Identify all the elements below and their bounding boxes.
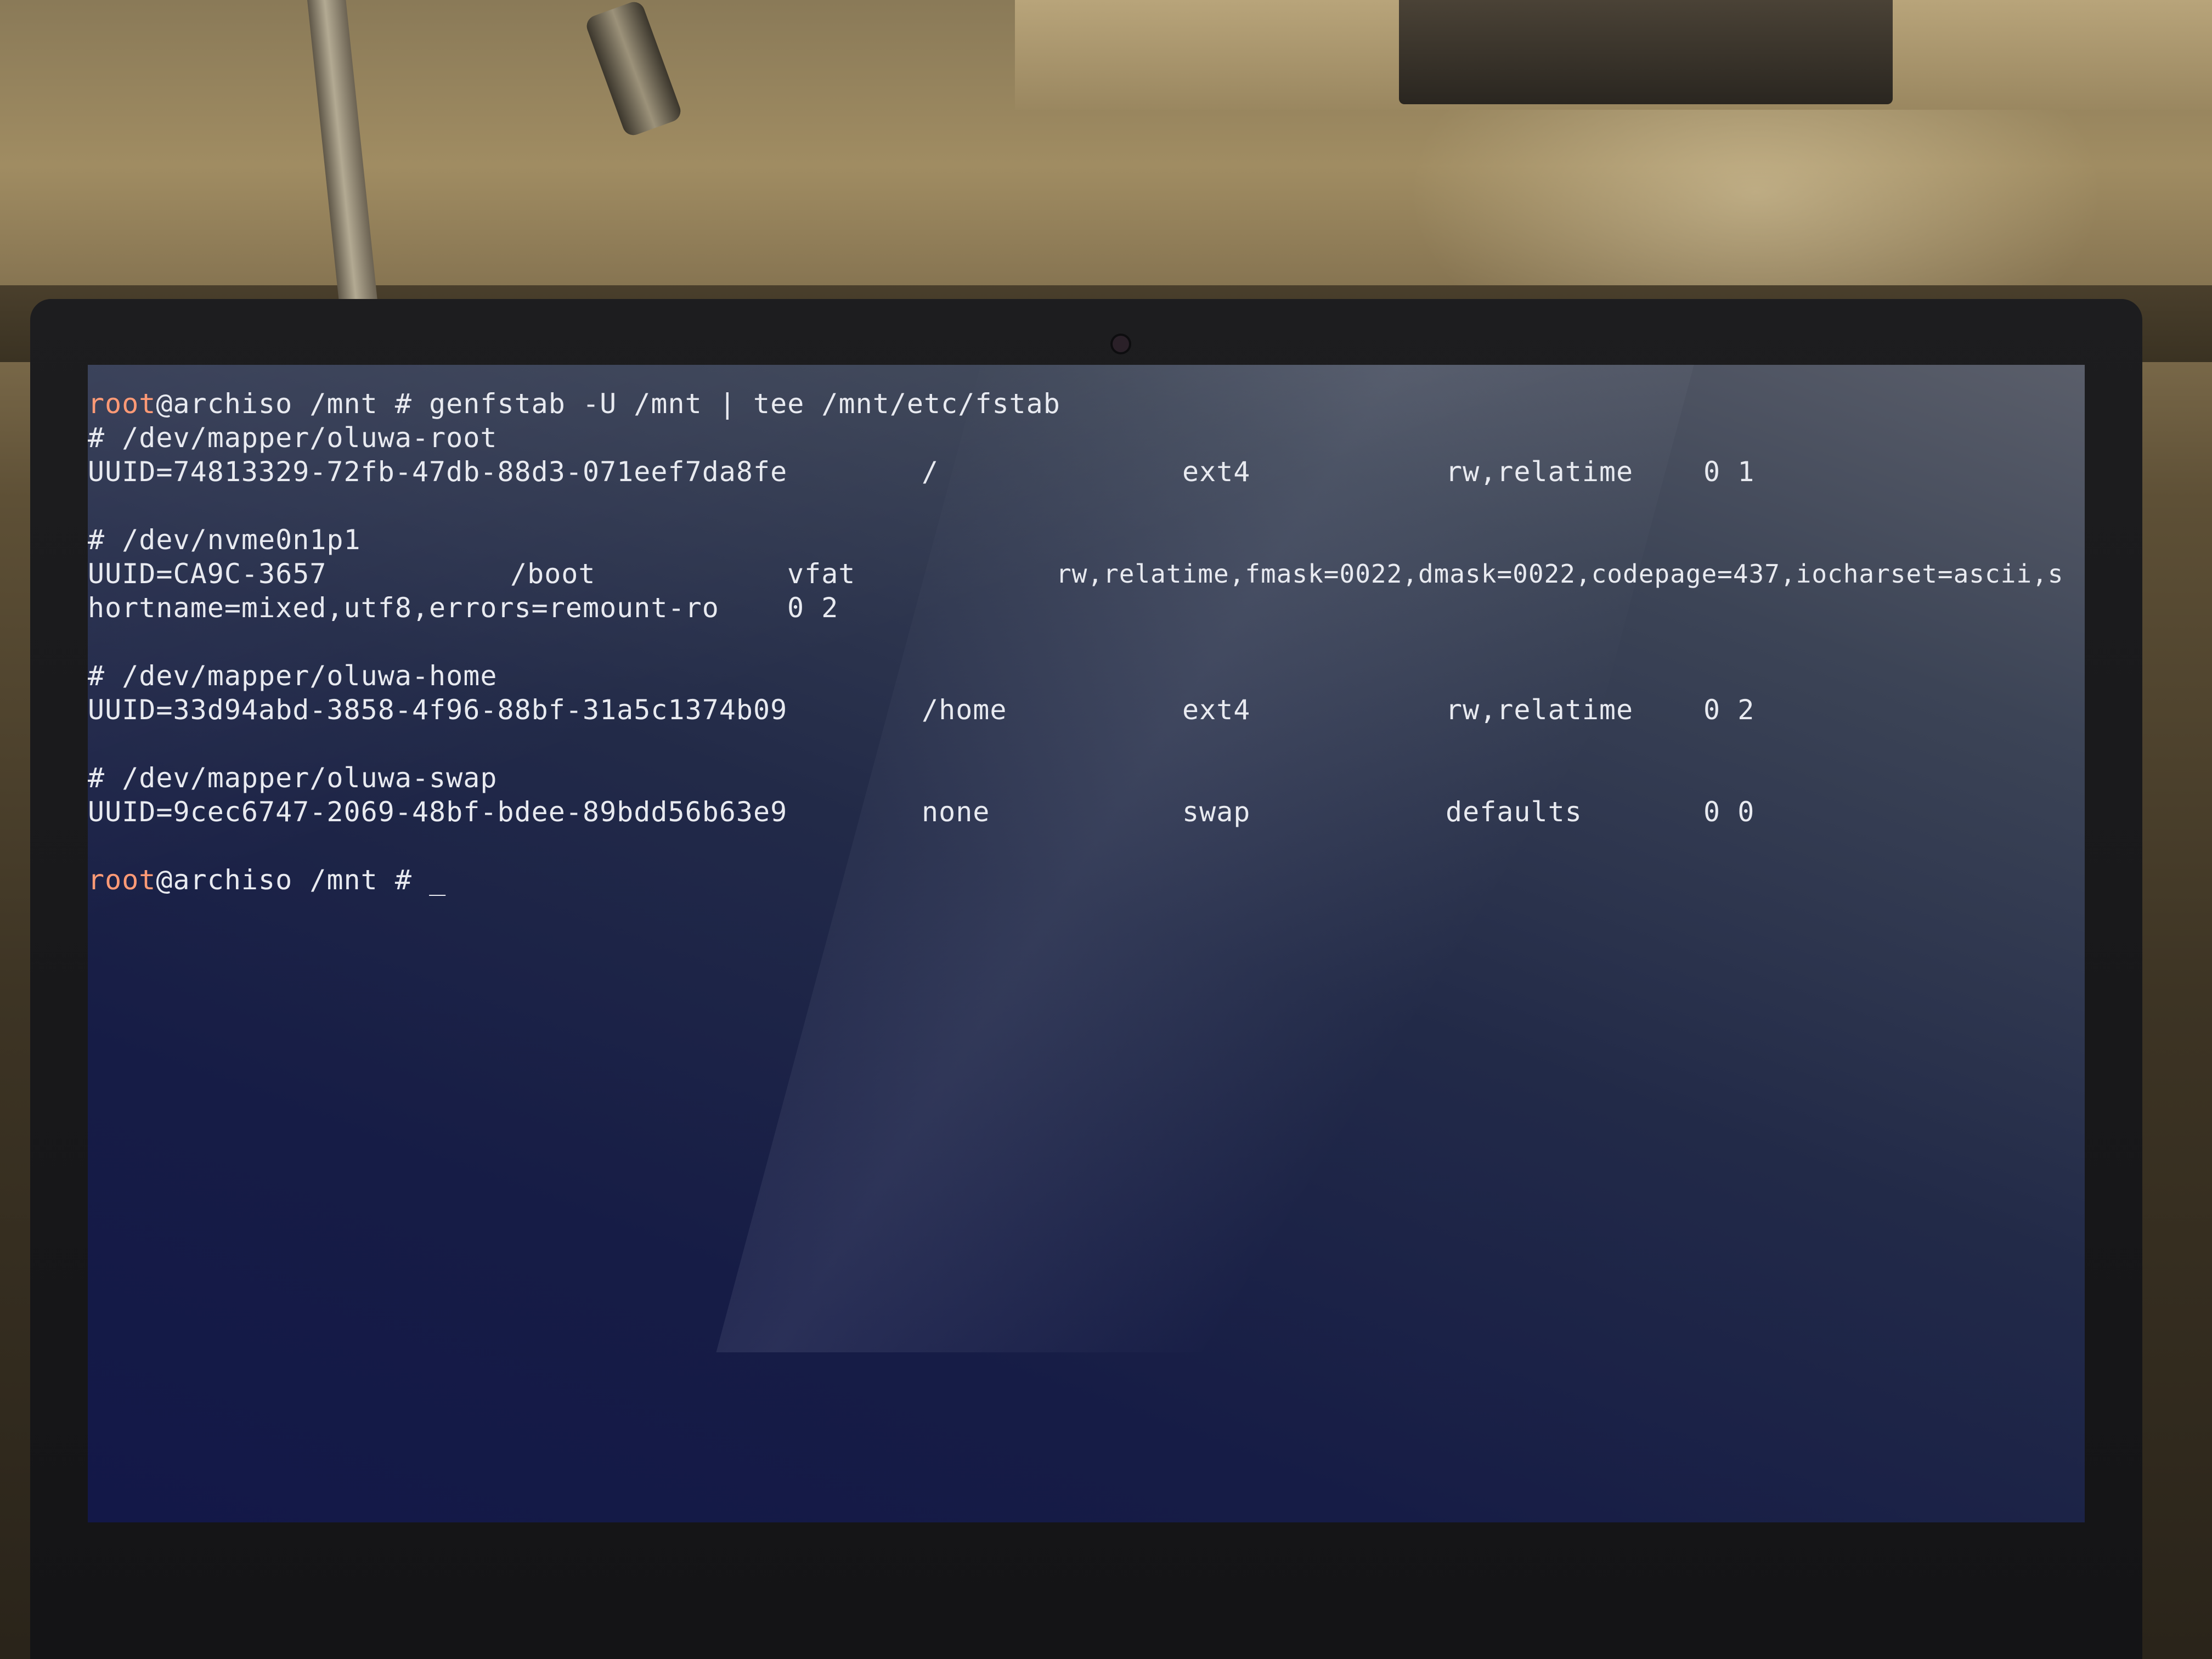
fstab-fstype: ext4 — [1182, 694, 1251, 726]
fstab-mountpoint: none — [922, 796, 990, 828]
fstab-options: defaults — [1446, 796, 1582, 828]
fstab-entry: UUID=CA9C-3657 /boot vfat rw,relatime,fm… — [88, 557, 2085, 591]
prompt-user: root — [88, 864, 156, 896]
webcam-icon — [1113, 336, 1129, 352]
fstab-dump-pass: 0 1 — [1703, 456, 1755, 488]
prompt-host-dir: @archiso /mnt # — [156, 864, 430, 896]
fstab-options: rw,relatime,fmask=0022,dmask=0022,codepa… — [1056, 559, 2064, 589]
microwave — [1399, 0, 1893, 104]
fstab-options-wrap: hortname=mixed,utf8,errors=remount-ro — [88, 592, 719, 624]
command-text: genfstab -U /mnt | tee /mnt/etc/fstab — [429, 388, 1060, 420]
fstab-comment: # /dev/mapper/oluwa-swap — [88, 761, 2085, 795]
fstab-uuid: UUID=9cec6747-2069-48bf-bdee-89bdd56b63e… — [88, 796, 788, 828]
fstab-comment: # /dev/mapper/oluwa-home — [88, 659, 2085, 693]
fstab-comment: # /dev/nvme0n1p1 — [88, 523, 2085, 557]
fstab-options: rw,relatime — [1446, 694, 1634, 726]
prompt: root@archiso /mnt # genfstab -U /mnt | t… — [88, 387, 1060, 421]
fstab-fstype: ext4 — [1182, 456, 1251, 488]
fstab-uuid: UUID=CA9C-3657 — [88, 558, 327, 590]
text-cursor: _ — [429, 864, 447, 896]
fstab-mountpoint: /home — [922, 694, 1007, 726]
fstab-fstype: vfat — [787, 558, 856, 590]
fstab-fstype: swap — [1182, 796, 1251, 828]
fstab-dump-pass: 0 2 — [1703, 694, 1755, 726]
fstab-comment-text: # /dev/nvme0n1p1 — [88, 524, 361, 556]
command-line: root@archiso /mnt # genfstab -U /mnt | t… — [88, 387, 2085, 421]
fstab-comment-text: # /dev/mapper/oluwa-swap — [88, 762, 498, 794]
prompt-line[interactable]: root@archiso /mnt # _ — [88, 863, 2085, 897]
prompt-host-dir: @archiso /mnt # — [156, 388, 430, 420]
fstab-entry: UUID=9cec6747-2069-48bf-bdee-89bdd56b63e… — [88, 795, 2085, 829]
prompt-user: root — [88, 388, 156, 420]
terminal[interactable]: root@archiso /mnt # genfstab -U /mnt | t… — [88, 387, 2085, 897]
fstab-comment: # /dev/mapper/oluwa-root — [88, 421, 2085, 455]
fstab-uuid: UUID=33d94abd-3858-4f96-88bf-31a5c1374b0… — [88, 694, 788, 726]
laptop-screen: root@archiso /mnt # genfstab -U /mnt | t… — [88, 365, 2085, 1522]
fstab-options: rw,relatime — [1446, 456, 1634, 488]
fstab-entry: UUID=74813329-72fb-47db-88d3-071eef7da8f… — [88, 455, 2085, 489]
fstab-dump-pass: 0 0 — [1703, 796, 1755, 828]
fstab-comment-text: # /dev/mapper/oluwa-home — [88, 660, 498, 692]
fstab-mountpoint: /boot — [510, 558, 596, 590]
fstab-entry: UUID=33d94abd-3858-4f96-88bf-31a5c1374b0… — [88, 693, 2085, 727]
prompt: root@archiso /mnt # _ — [88, 863, 446, 897]
fstab-comment-text: # /dev/mapper/oluwa-root — [88, 422, 498, 454]
fstab-uuid: UUID=74813329-72fb-47db-88d3-071eef7da8f… — [88, 456, 788, 488]
fstab-dump-pass: 0 2 — [787, 592, 839, 624]
fstab-mountpoint: / — [922, 456, 939, 488]
fstab-entry-wrap: hortname=mixed,utf8,errors=remount-ro 0 … — [88, 591, 2085, 625]
